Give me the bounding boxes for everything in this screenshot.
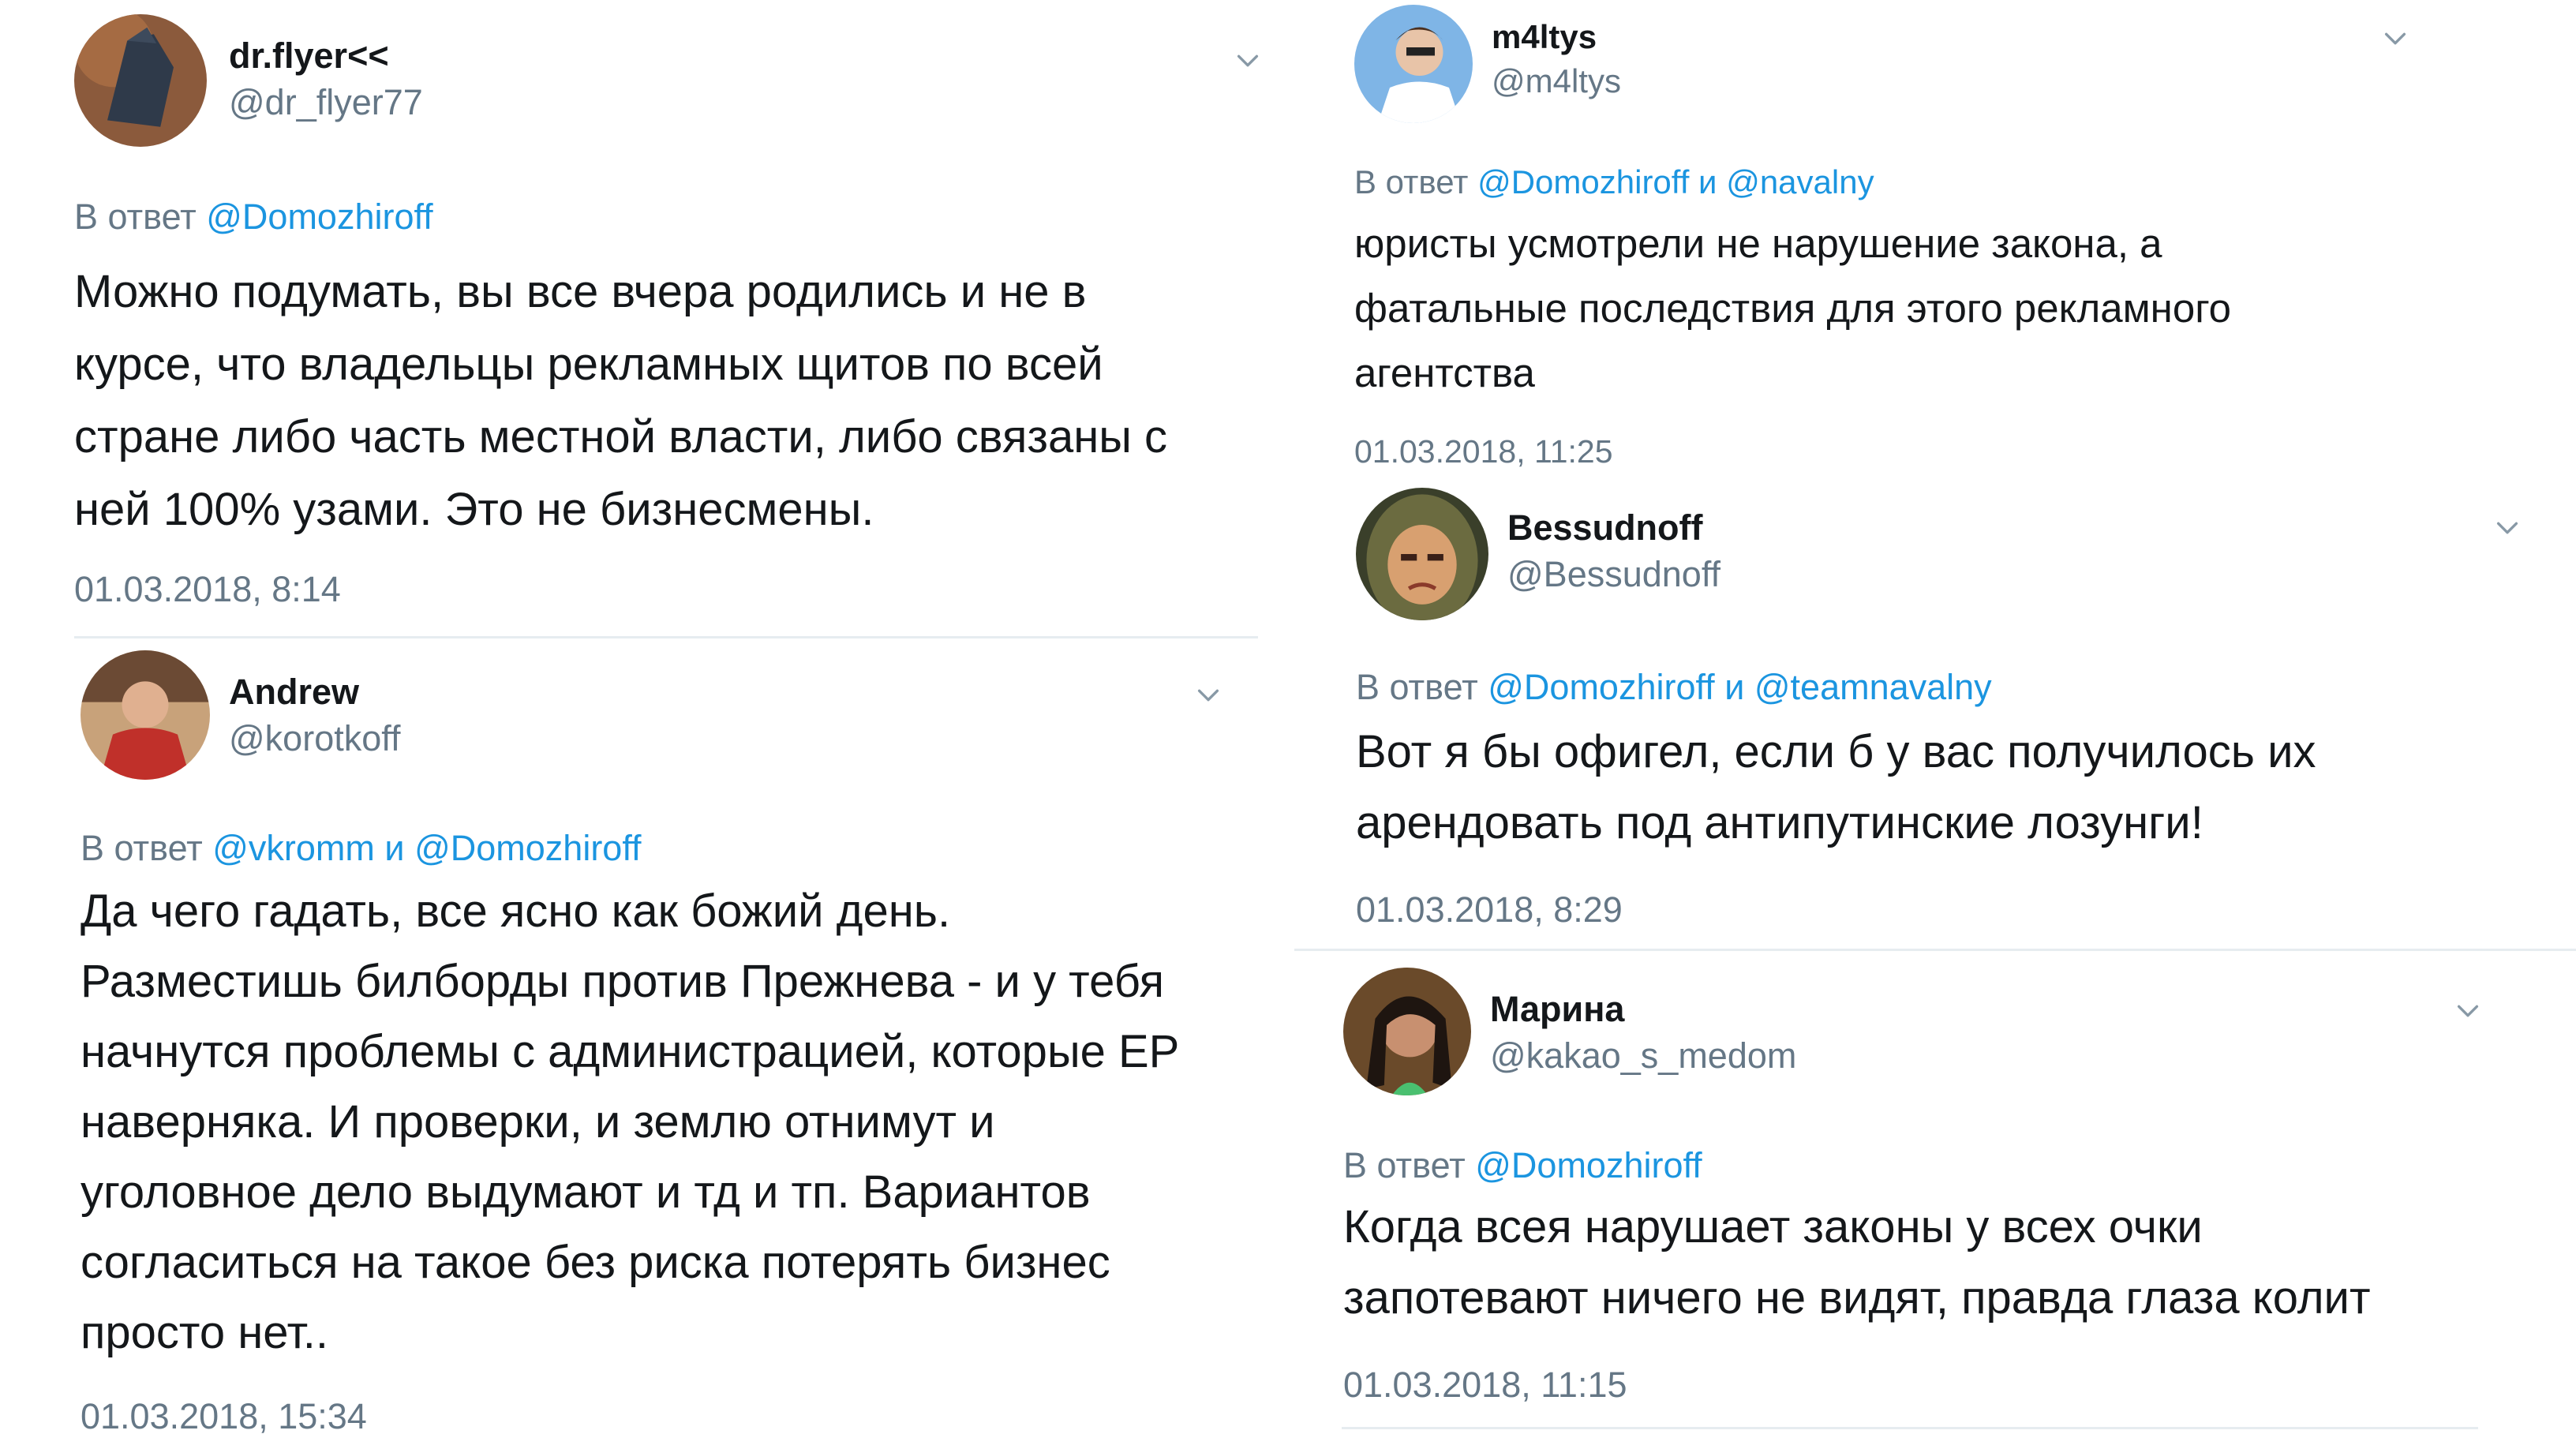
chevron-down-icon[interactable]: [1193, 680, 1223, 710]
tweet-text-line: фатальные последствия для этого рекламно…: [1354, 286, 2232, 331]
avatar[interactable]: [80, 650, 210, 780]
reply-context: В ответ @Domozhiroff: [1343, 1148, 1702, 1183]
display-name[interactable]: dr.flyer<<: [229, 38, 423, 73]
mention-link[interactable]: @vkromm: [212, 828, 375, 868]
avatar-image: [80, 650, 210, 780]
reply-prefix: В ответ: [1354, 163, 1469, 200]
timestamp[interactable]: 01.03.2018, 8:14: [74, 571, 341, 607]
reply-context: В ответ @vkromm и @Domozhiroff: [80, 830, 642, 866]
tweet-text-line: просто нет..: [80, 1307, 328, 1358]
reply-prefix: В ответ: [74, 197, 197, 237]
tweet-text-line: начнутся проблемы с администрацией, кото…: [80, 1026, 1180, 1077]
tweet-text-line: ней 100% узами. Это не бизнесмены.: [74, 484, 874, 535]
mention-link[interactable]: @Domozhiroff: [206, 197, 432, 237]
tweet-text-line: уголовное дело выдумают и тд и тп. Вариа…: [80, 1166, 1091, 1218]
user-handle[interactable]: @korotkoff: [229, 721, 400, 756]
tweet-text: Когда всея нарушает законы у всех очки з…: [1343, 1192, 2371, 1334]
avatar-image: [1343, 968, 1471, 1095]
mention-link[interactable]: @Domozhiroff: [414, 828, 641, 868]
mention-link[interactable]: @Domozhiroff: [1475, 1145, 1702, 1185]
divider: [74, 636, 1258, 638]
reply-context: В ответ @Domozhiroff и @navalny: [1354, 166, 1874, 199]
chevron-down-icon[interactable]: [1233, 46, 1263, 76]
display-name[interactable]: Марина: [1490, 991, 1796, 1027]
divider: [1294, 949, 2576, 951]
tweet-text: Да чего гадать, все ясно как божий день.…: [80, 876, 1179, 1368]
mention-joiner: и: [384, 828, 405, 868]
tweet-text: Можно подумать, вы все вчера родились и …: [74, 256, 1167, 546]
avatar[interactable]: [74, 14, 207, 147]
tweet-text-line: Когда всея нарушает законы у всех очки: [1343, 1201, 2203, 1252]
tweet-marina: Марина @kakao_s_medom В ответ @Domozhiro…: [1343, 968, 2496, 1425]
user-handle[interactable]: @m4ltys: [1492, 65, 1621, 98]
tweet-text-line: наверняка. И проверки, и землю отнимут и: [80, 1096, 995, 1148]
tweet-andrew: Andrew @korotkoff В ответ @vkromm и @Dom…: [80, 647, 1233, 1444]
tweet-text-line: арендовать под антипутинские лозунги!: [1356, 797, 2203, 848]
chevron-down-icon[interactable]: [2453, 996, 2483, 1026]
tweet-text: Вот я бы офигел, если б у вас получилось…: [1356, 717, 2316, 859]
mention-link[interactable]: @Domozhiroff: [1477, 163, 1689, 200]
tweet-text: юристы усмотрели не нарушение закона, а …: [1354, 212, 2231, 406]
reply-prefix: В ответ: [80, 828, 203, 868]
tweet-text-line: агентства: [1354, 350, 1535, 395]
avatar-image: [74, 14, 207, 147]
tweet-text-line: согласиться на такое без риска потерять …: [80, 1237, 1110, 1288]
tweet-text-line: стране либо часть местной власти, либо с…: [74, 411, 1168, 462]
avatar[interactable]: [1343, 968, 1471, 1095]
reply-prefix: В ответ: [1343, 1145, 1466, 1185]
tweet-m4ltys: m4ltys @m4ltys В ответ @Domozhiroff и @n…: [1354, 0, 2418, 474]
user-handle[interactable]: @dr_flyer77: [229, 84, 423, 120]
display-name[interactable]: m4ltys: [1492, 21, 1621, 54]
tweet-text-line: Можно подумать, вы все вчера родились и …: [74, 266, 1087, 317]
user-handle[interactable]: @Bessudnoff: [1507, 556, 1720, 592]
display-name[interactable]: Andrew: [229, 674, 400, 710]
display-name[interactable]: Bessudnoff: [1507, 510, 1720, 545]
tweet-text-line: Да чего гадать, все ясно как божий день.: [80, 886, 951, 937]
timestamp[interactable]: 01.03.2018, 15:34: [80, 1398, 367, 1434]
timestamp[interactable]: 01.03.2018, 11:25: [1354, 436, 1613, 468]
tweet-text-line: юристы усмотрели не нарушение закона, а: [1354, 221, 2162, 266]
mention-link[interactable]: @navalny: [1726, 163, 1874, 200]
reply-context: В ответ @Domozhiroff и @teamnavalny: [1356, 669, 1992, 705]
timestamp[interactable]: 01.03.2018, 8:29: [1356, 892, 1623, 927]
tweet-text-line: Разместишь билборды против Прежнева - и …: [80, 956, 1165, 1007]
reply-context: В ответ @Domozhiroff: [74, 199, 433, 234]
divider: [1342, 1427, 2478, 1429]
mention-link[interactable]: @Domozhiroff: [1488, 667, 1714, 707]
timestamp[interactable]: 01.03.2018, 11:15: [1343, 1367, 1627, 1402]
mention-joiner: и: [1698, 163, 1717, 200]
avatar-image: [1354, 5, 1473, 123]
user-handle[interactable]: @kakao_s_medom: [1490, 1038, 1796, 1073]
reply-prefix: В ответ: [1356, 667, 1478, 707]
chevron-down-icon[interactable]: [2492, 513, 2522, 543]
chevron-down-icon[interactable]: [2380, 24, 2410, 54]
avatar[interactable]: [1356, 488, 1488, 620]
avatar[interactable]: [1354, 5, 1473, 123]
tweet-dr-flyer: dr.flyer<< @dr_flyer77 В ответ @Domozhir…: [74, 14, 1266, 638]
avatar-image: [1356, 488, 1488, 620]
tweet-text-line: курсе, что владельцы рекламных щитов по …: [74, 339, 1103, 390]
tweet-text-line: Вот я бы офигел, если б у вас получилось…: [1356, 726, 2316, 777]
mention-link[interactable]: @teamnavalny: [1754, 667, 1992, 707]
mention-joiner: и: [1724, 667, 1745, 707]
tweet-bessudnoff: Bessudnoff @Bessudnoff В ответ @Domozhir…: [1356, 486, 2540, 936]
tweet-text-line: запотевают ничего не видят, правда глаза…: [1343, 1272, 2371, 1324]
